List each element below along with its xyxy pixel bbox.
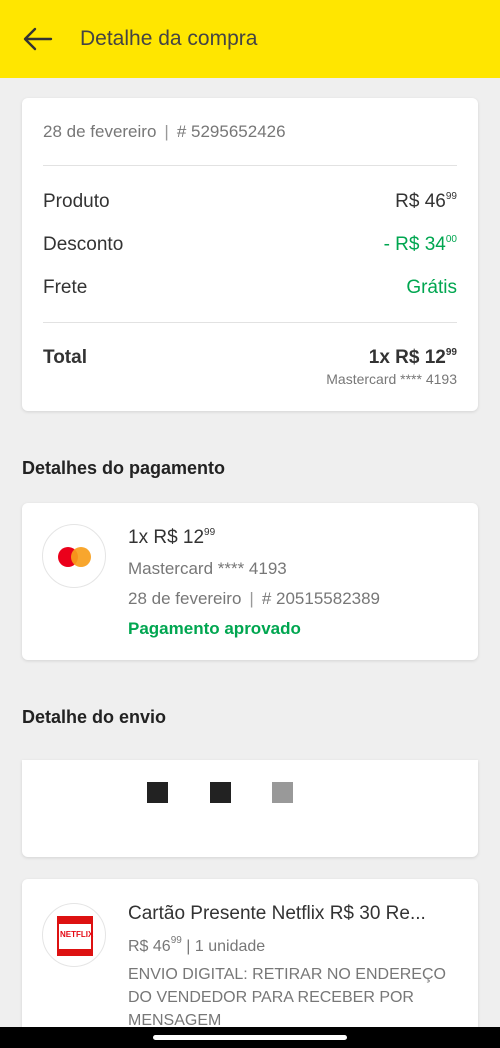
total-label: Total: [43, 347, 87, 368]
payment-status: Pagamento aprovado: [128, 619, 301, 638]
product-price: R$ 4699 | 1 unidade: [128, 935, 266, 955]
loading-dot: [272, 782, 293, 803]
total-value: 1x R$ 1299: [368, 347, 457, 368]
shipping-card[interactable]: [22, 760, 478, 857]
shipping-row: Frete Grátis: [43, 277, 457, 299]
order-summary-card: 28 de fevereiro | # 5295652426 Produto R$ …: [22, 98, 478, 411]
shipping-label: Frete: [43, 277, 88, 298]
product-row: Produto R$ 4699: [43, 191, 457, 213]
payment-transaction: # 20515582389: [261, 589, 381, 608]
order-number: # 5295652426: [176, 122, 286, 141]
payment-amount: 1x R$ 1299: [128, 527, 216, 548]
product-label: Produto: [43, 191, 110, 212]
product-value: R$ 4699: [395, 191, 457, 212]
product-title: Cartão Presente Netflix R$ 30 Re...: [128, 903, 426, 924]
shipping-value: Grátis: [406, 277, 457, 298]
payment-card[interactable]: 1x R$ 1299 Mastercard **** 4193 28 de fe…: [22, 503, 478, 660]
shipping-section-title: Detalhe do envio: [22, 707, 167, 727]
loading-dot: [147, 782, 168, 803]
mastercard-icon: [42, 524, 106, 588]
app-bar: Detalhe da compra: [0, 0, 500, 78]
payment-section-title: Detalhes do pagamento: [22, 458, 226, 478]
order-date: 28 de fevereiro: [43, 122, 157, 141]
divider: [43, 322, 457, 323]
product-thumbnail: NETFLIX: [42, 903, 106, 967]
system-nav-bar: [0, 1027, 500, 1048]
payment-card-number: Mastercard **** 4193: [128, 559, 287, 578]
arrow-left-icon: [23, 27, 53, 51]
discount-label: Desconto: [43, 234, 124, 255]
page-title: Detalhe da compra: [80, 27, 258, 50]
product-description: ENVIO DIGITAL: RETIRAR NO ENDEREÇO DO VE…: [128, 966, 446, 1029]
loading-dot: [210, 782, 231, 803]
meta-separator: |: [164, 122, 169, 141]
order-meta: 28 de fevereiro | # 5295652426: [43, 122, 286, 142]
discount-row: Desconto - R$ 3400: [43, 234, 457, 256]
back-button[interactable]: [18, 19, 58, 59]
discount-value: - R$ 3400: [383, 234, 457, 255]
home-indicator[interactable]: [153, 1035, 347, 1040]
product-card[interactable]: NETFLIX Cartão Presente Netflix R$ 30 Re…: [22, 879, 478, 1039]
total-row: Total 1x R$ 1299: [43, 347, 457, 369]
gift-card-image: NETFLIX: [57, 916, 93, 956]
payment-date: 28 de fevereiro | # 20515582389: [128, 589, 381, 608]
divider: [43, 165, 457, 166]
total-card-info: Mastercard **** 4193: [326, 371, 457, 387]
